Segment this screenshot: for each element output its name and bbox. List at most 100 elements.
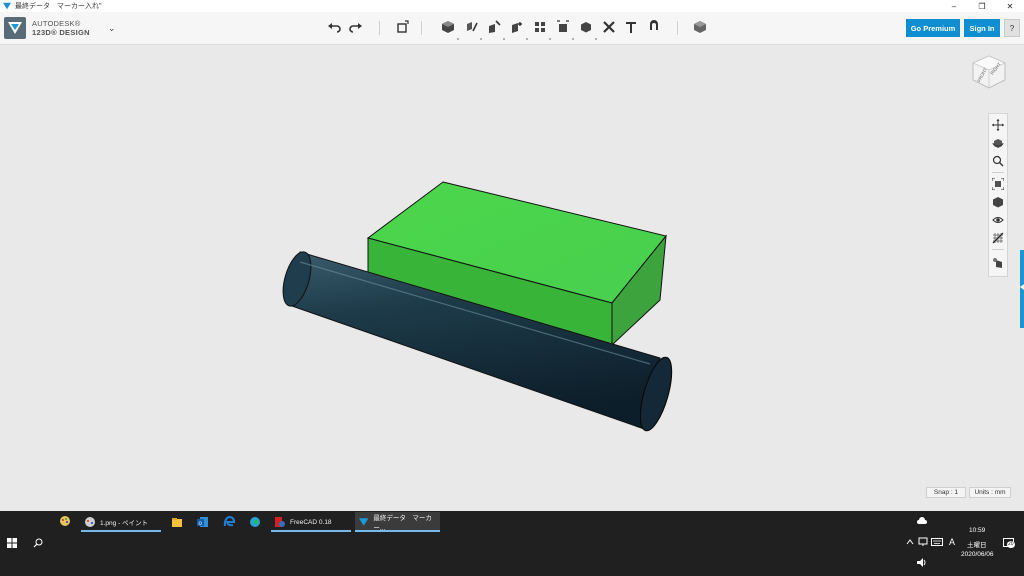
units-indicator[interactable]: Units : mm [969,487,1011,498]
toolbar-separator [421,21,422,35]
viewcube[interactable]: FRONT RIGHT [968,52,1010,94]
ime-indicator[interactable]: A [949,537,955,547]
transform-button[interactable] [393,18,411,36]
delete-x-icon [603,21,615,33]
combine-button[interactable] [577,18,595,36]
app-logo-icon [3,2,11,10]
outlook-icon[interactable]: o [197,516,209,528]
notification-center-button[interactable]: 20 [1003,538,1016,549]
undo-icon [328,23,341,33]
construct-icon [489,20,501,33]
network-icon[interactable] [918,537,928,547]
construct-button[interactable] [485,18,503,36]
paint-palette-icon [85,517,95,527]
chevron-down-icon[interactable]: ⌄ [108,23,116,34]
pan-button[interactable] [991,118,1005,132]
taskbar-app-123d[interactable]: 最終データ マーカー... [355,512,440,532]
toolbar-separator [379,21,380,35]
keyboard-icon[interactable] [931,538,943,546]
autodesk-logo-icon [4,17,26,39]
primitives-button[interactable] [439,18,457,36]
taskbar-app-paint[interactable]: 1.png - ペイント [81,512,161,532]
material-cube-icon [694,21,706,33]
group-icon [557,20,569,32]
window-titlebar: 最終データ マーカー入れ" – ❐ ✕ [0,0,1024,12]
taskbar-app-label: 最終データ マーカー... [373,515,432,532]
edge-legacy-icon[interactable] [223,516,235,528]
taskbar-app-freecad[interactable]: FreeCAD 0.18 [271,512,351,532]
dropdown-dot [480,38,482,40]
pan-arrows-icon [992,119,1004,131]
minimize-button[interactable]: – [940,0,968,12]
clock-day[interactable]: 土曜日 [967,539,987,549]
fit-button[interactable] [991,177,1005,191]
delete-button[interactable] [600,18,618,36]
dropdown-dot [526,38,528,40]
help-button[interactable]: ? [1004,19,1020,37]
eye-icon [992,217,1004,223]
magnifier-icon [992,155,1004,167]
grid-toggle-button[interactable] [991,231,1005,245]
grouping-button[interactable] [554,18,572,36]
pattern-button[interactable] [531,18,549,36]
clock-date[interactable]: 2020/06/06 [961,551,994,558]
scene-canvas [282,181,673,432]
snap-indicator[interactable]: Snap : 1 [926,487,966,498]
transform-box-icon [397,20,409,33]
onedrive-cloud-icon[interactable] [917,517,927,525]
brand-product: 123D® DESIGN [32,28,90,37]
nav-separator [992,249,1004,250]
redo-button[interactable] [347,18,365,36]
taskbar-app-label: FreeCAD 0.18 [290,518,332,526]
windows-taskbar: 1.png - ペイント o FreeCAD 0.18 最終データ マーカー..… [0,511,1024,576]
solid-cube-icon [993,197,1003,208]
dropdown-dot [549,38,551,40]
clock-time[interactable]: 10:59 [969,527,985,534]
cube-icon [442,21,454,33]
active-underline [81,530,161,532]
text-t-icon [626,22,636,33]
magnet-icon [650,20,658,30]
close-button[interactable]: ✕ [996,0,1024,12]
fit-box-icon [992,178,1004,190]
grid-hidden-icon [992,232,1004,244]
maximize-button[interactable]: ❐ [968,0,996,12]
taskbar-app-label: 1.png - ペイント [100,520,149,527]
orbit-button[interactable] [991,136,1005,150]
material-button[interactable] [691,18,709,36]
view-cube-button[interactable] [991,195,1005,209]
123d-app-icon [358,518,369,526]
brand-company: AUTODESK® [32,19,81,28]
orbit-icon [992,139,1004,148]
sign-in-button[interactable]: Sign In [964,19,1000,37]
freecad-icon [275,517,285,527]
modify-button[interactable] [508,18,526,36]
combine-cube-icon [581,22,591,33]
material-sphere-icon [993,258,1002,268]
material-view-button[interactable] [991,256,1005,270]
windows-start-icon[interactable] [7,538,17,548]
toolbar-separator [677,21,678,35]
dropdown-dot [503,38,505,40]
visibility-button[interactable] [991,213,1005,227]
3d-viewport[interactable] [0,45,1024,511]
text-button[interactable] [622,18,640,36]
file-explorer-icon[interactable] [171,516,183,528]
edge-browser-icon[interactable] [249,516,261,528]
active-underline [271,530,351,532]
pattern-icon [535,22,545,32]
chevron-up-icon[interactable] [906,538,914,546]
sketch-button[interactable] [462,18,480,36]
redo-icon [349,23,362,33]
dropdown-dot [457,38,459,40]
search-icon[interactable] [33,538,43,548]
modify-icon [512,22,522,33]
notification-badge: 20 [1007,541,1015,548]
zoom-button[interactable] [991,154,1005,168]
volume-icon[interactable] [917,558,927,567]
undo-button[interactable] [325,18,343,36]
snap-button[interactable] [645,18,663,36]
brand-menu[interactable]: AUTODESK® 123D® DESIGN ⌄ [4,17,115,39]
paint-app-icon[interactable] [59,515,71,527]
go-premium-button[interactable]: Go Premium [906,19,960,37]
